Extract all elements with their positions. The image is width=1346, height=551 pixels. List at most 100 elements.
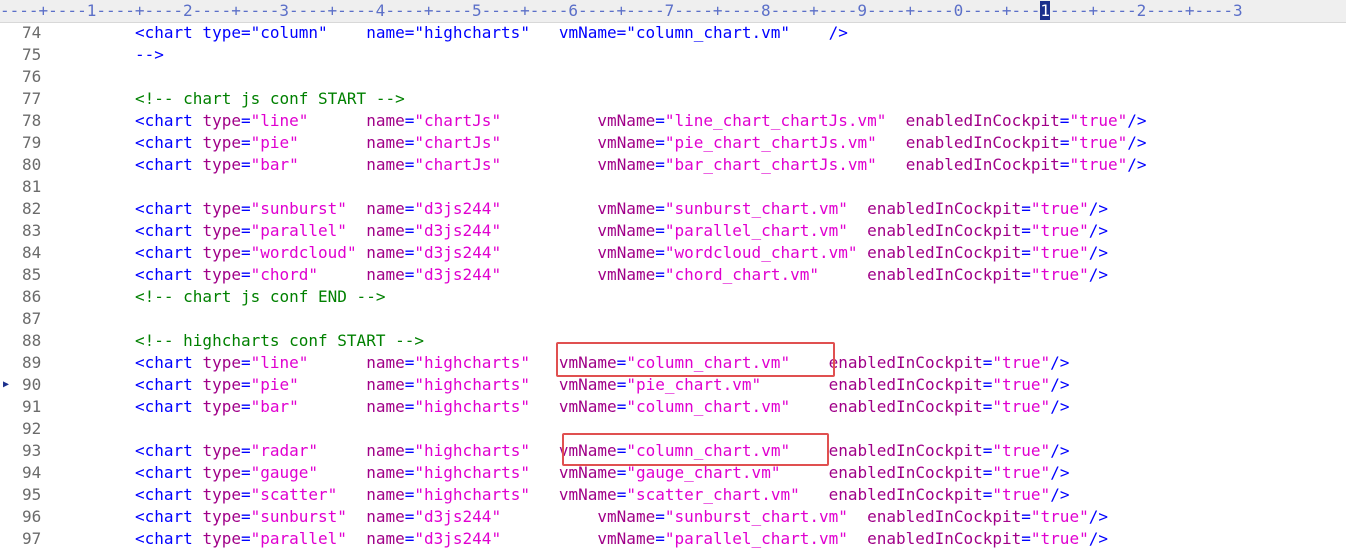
code-token: <chart — [135, 199, 203, 218]
code-token: /> — [1050, 375, 1070, 394]
code-token: "column_chart.vm" — [626, 353, 791, 372]
code-token: /> — [1127, 155, 1147, 174]
code-token: name — [366, 441, 405, 460]
code-token: name — [366, 529, 405, 548]
code-token: "true" — [992, 375, 1051, 394]
code-token: name — [366, 111, 405, 130]
code-token: enabledInCockpit — [867, 243, 1022, 262]
code-token: = — [404, 265, 415, 284]
code-line: <chart type="gauge" name="highcharts" vm… — [135, 462, 1069, 484]
code-editor-area[interactable]: <chart type="column" name="highcharts" v… — [0, 22, 1346, 551]
code-token: = — [1059, 133, 1070, 152]
code-token: <chart — [135, 463, 203, 482]
code-token: = — [616, 375, 627, 394]
code-token: = — [240, 485, 251, 504]
code-token: = — [616, 485, 627, 504]
code-token: = — [655, 111, 665, 130]
code-token: "gauge_chart.vm" — [626, 463, 781, 482]
code-token: "gauge" — [250, 463, 319, 482]
code-token: "true" — [1030, 265, 1089, 284]
code-line: <chart type="line" name="chartJs" vmName… — [135, 110, 1147, 132]
code-token: vmName — [597, 111, 656, 130]
code-token: = — [404, 485, 415, 504]
code-token: /> — [1088, 199, 1108, 218]
code-token: "chartJs" — [414, 155, 502, 174]
code-token: vmName — [558, 485, 617, 504]
code-token: = — [982, 463, 993, 482]
code-token: <chart — [135, 529, 203, 548]
code-token: = — [240, 111, 251, 130]
code-token: = — [1021, 507, 1031, 526]
code-token: "d3js244" — [414, 199, 502, 218]
code-token: = — [240, 375, 251, 394]
code-token: "scatter" — [250, 485, 338, 504]
code-token: = — [1059, 111, 1070, 130]
code-token: /> — [1088, 243, 1108, 262]
code-token: "true" — [1069, 111, 1128, 130]
code-token: = — [1021, 221, 1031, 240]
code-line: <chart type="sunburst" name="d3js244" vm… — [135, 198, 1108, 220]
code-token: vmName — [558, 375, 617, 394]
code-token: type — [202, 529, 241, 548]
code-token: enabledInCockpit — [828, 353, 983, 372]
code-token: = — [616, 441, 627, 460]
column-ruler: ----+----1----+----2----+----3----+----4… — [0, 0, 1346, 23]
code-token: vmName — [597, 507, 656, 526]
code-token: type — [202, 133, 241, 152]
code-token: "pie" — [250, 375, 299, 394]
code-token: <chart — [135, 485, 203, 504]
code-token: = — [655, 507, 665, 526]
code-token: = — [616, 397, 627, 416]
code-token: /> — [1127, 133, 1147, 152]
code-token: name — [366, 199, 405, 218]
code-token: enabledInCockpit — [828, 375, 983, 394]
code-token: enabledInCockpit — [905, 155, 1060, 174]
code-token: "true" — [1030, 221, 1089, 240]
code-token: vmName — [558, 463, 617, 482]
code-token: = — [655, 155, 665, 174]
code-token: name — [366, 397, 405, 416]
code-token: = — [404, 441, 415, 460]
code-token: type — [202, 441, 241, 460]
code-line: <!-- chart js conf END --> — [135, 286, 385, 308]
code-token: "parallel_chart.vm" — [664, 221, 848, 240]
code-token: = — [1021, 243, 1031, 262]
code-token: "d3js244" — [414, 529, 502, 548]
code-token: enabledInCockpit — [867, 199, 1022, 218]
code-token: type — [202, 485, 241, 504]
code-token: = — [1059, 155, 1070, 174]
code-token: name — [366, 221, 405, 240]
code-token: = — [240, 133, 251, 152]
code-token: "chord" — [250, 265, 319, 284]
code-token: vmName — [597, 529, 656, 548]
code-token: "line_chart_chartJs.vm" — [664, 111, 887, 130]
code-token: /> — [1050, 485, 1070, 504]
code-token: "highcharts" — [414, 463, 530, 482]
code-token: = — [404, 529, 415, 548]
code-token: "pie_chart_chartJs.vm" — [664, 133, 877, 152]
ruler-after: ----+----2----+----3 — [1049, 1, 1243, 20]
code-token: /> — [1050, 463, 1070, 482]
code-token: type — [202, 111, 241, 130]
code-token: = — [240, 441, 251, 460]
code-token: vmName — [558, 353, 617, 372]
code-token: = — [240, 199, 251, 218]
code-token: "bar" — [250, 397, 299, 416]
